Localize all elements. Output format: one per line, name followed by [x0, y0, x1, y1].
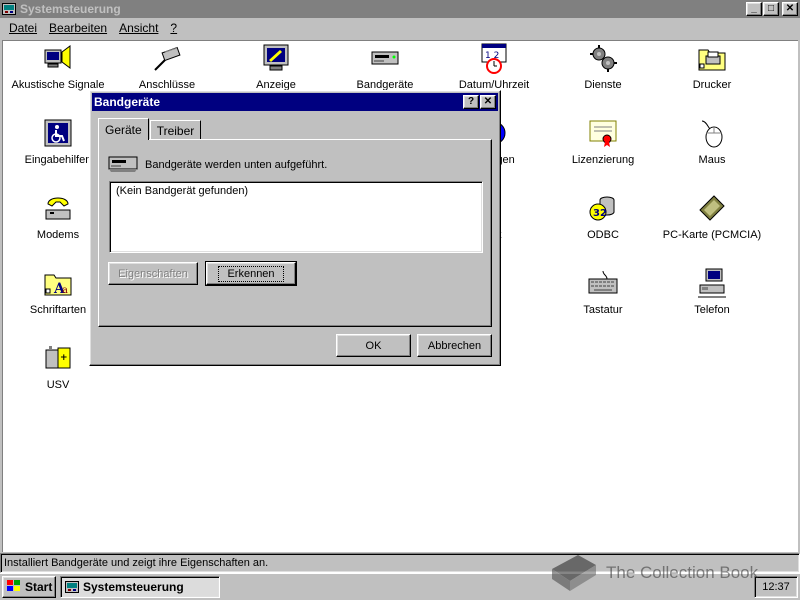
certificate-icon — [586, 116, 620, 150]
tab-geraete[interactable]: Geräte — [98, 118, 149, 140]
main-titlebar[interactable]: Systemsteuerung _ □ ✕ — [0, 0, 800, 18]
keyboard-icon — [586, 266, 620, 300]
windows-logo-icon — [6, 579, 22, 596]
control-panel-icon — [2, 3, 16, 16]
erkennen-label: Erkennen — [218, 265, 284, 282]
system-tray: 12:37 — [754, 576, 798, 598]
icon-telefon[interactable]: Telefon — [657, 266, 767, 336]
svg-text:a: a — [62, 285, 68, 296]
help-button[interactable]: ? — [463, 95, 479, 109]
gears-icon — [586, 41, 620, 75]
icon-maus[interactable]: Maus — [657, 116, 767, 186]
icon-tastatur[interactable]: Tastatur — [548, 266, 658, 336]
menu-help[interactable]: ? — [164, 19, 183, 37]
menu-ansicht[interactable]: Ansicht — [113, 19, 164, 37]
calendar-clock-icon: 1 2 — [477, 41, 511, 75]
maximize-button[interactable]: □ — [763, 2, 779, 16]
printer-folder-icon — [695, 41, 729, 75]
icon-drucker[interactable]: Drucker — [657, 41, 767, 111]
control-panel-icon — [65, 581, 79, 594]
dialog-title: Bandgeräte — [94, 95, 161, 109]
svg-text:+: + — [60, 353, 68, 363]
plug-icon — [150, 41, 184, 75]
ok-button[interactable]: OK — [336, 334, 411, 357]
tape-drive-icon — [107, 152, 139, 177]
icon-lizenzierung[interactable]: Lizenzierung — [548, 116, 658, 186]
tape-drive-icon — [368, 41, 402, 75]
dialog-close-button[interactable]: ✕ — [480, 95, 496, 109]
ups-battery-icon: + — [41, 341, 75, 375]
menu-datei[interactable]: Datei — [3, 19, 43, 37]
odbc-icon: 32 — [586, 191, 620, 225]
task-label: Systemsteuerung — [83, 580, 184, 594]
icon-odbc[interactable]: 32 ODBC — [548, 191, 658, 261]
menu-bar: Datei Bearbeiten Ansicht ? — [0, 18, 800, 38]
dialog-titlebar[interactable]: Bandgeräte ? ✕ — [92, 93, 498, 111]
panel-header: Bandgeräte werden unten aufgeführt. — [107, 152, 327, 177]
mouse-icon — [695, 116, 729, 150]
pc-card-icon — [695, 191, 729, 225]
tab-panel-geraete: Bandgeräte werden unten aufgeführt. (Kei… — [98, 139, 492, 327]
tab-treiber[interactable]: Treiber — [149, 120, 202, 140]
icon-dienste[interactable]: Dienste — [548, 41, 658, 111]
modem-phone-icon — [41, 191, 75, 225]
erkennen-button[interactable]: Erkennen — [205, 261, 297, 286]
eigenschaften-button[interactable]: Eigenschaften — [108, 262, 198, 285]
task-button-systemsteuerung[interactable]: Systemsteuerung — [60, 576, 220, 598]
main-window-title: Systemsteuerung — [20, 2, 121, 16]
speaker-icon — [41, 41, 75, 75]
minimize-button[interactable]: _ — [746, 2, 762, 16]
list-item[interactable]: (Kein Bandgerät gefunden) — [116, 185, 476, 197]
clock: 12:37 — [762, 581, 790, 593]
status-bar: Installiert Bandgeräte und zeigt ihre Ei… — [0, 553, 800, 573]
accessibility-icon — [41, 116, 75, 150]
tab-strip: Geräte Treiber — [98, 118, 202, 140]
monitor-icon — [259, 41, 293, 75]
fonts-folder-icon: Aa — [41, 266, 75, 300]
abbrechen-button[interactable]: Abbrechen — [417, 334, 492, 357]
svg-text:32: 32 — [593, 208, 607, 219]
menu-bearbeiten[interactable]: Bearbeiten — [43, 19, 113, 37]
telephone-icon — [695, 266, 729, 300]
bandgeraete-dialog: Bandgeräte ? ✕ Geräte Treiber Bandgeräte… — [89, 90, 501, 366]
close-button[interactable]: ✕ — [782, 2, 798, 16]
device-list[interactable]: (Kein Bandgerät gefunden) — [109, 181, 483, 253]
start-button[interactable]: Start — [2, 576, 56, 598]
icon-pc-karte[interactable]: PC-Karte (PCMCIA) — [657, 191, 767, 261]
taskbar: Start Systemsteuerung 12:37 — [0, 573, 800, 600]
panel-description: Bandgeräte werden unten aufgeführt. — [145, 158, 328, 171]
start-label: Start — [25, 580, 53, 594]
